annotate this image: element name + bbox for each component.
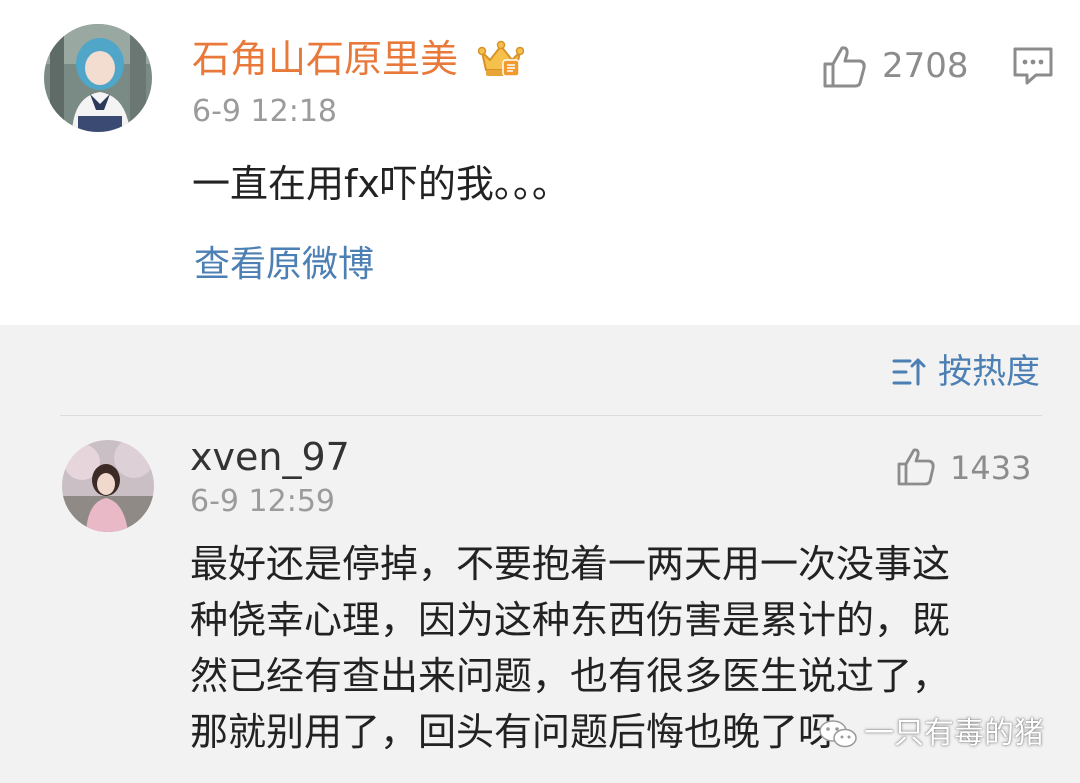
sort-icon bbox=[892, 358, 926, 386]
like-icon[interactable] bbox=[822, 44, 868, 90]
crown-icon bbox=[478, 40, 524, 77]
like-icon[interactable] bbox=[896, 446, 936, 488]
post-author-name[interactable]: 石角山石原里美 bbox=[192, 36, 458, 82]
post-like-count: 2708 bbox=[882, 46, 969, 86]
reply-author-name[interactable]: xven_97 bbox=[190, 434, 350, 480]
post-content: 一直在用fx吓的我。。。 bbox=[192, 162, 570, 206]
reply-line: 然已经有查出来问题，也有很多医生说过了， bbox=[190, 654, 951, 698]
view-original-link[interactable]: 查看原微博 bbox=[194, 242, 374, 288]
post-author-avatar[interactable] bbox=[44, 24, 152, 132]
reply-timestamp: 6-9 12:59 bbox=[190, 484, 335, 519]
reply-line: 种侥幸心理，因为这种东西伤害是累计的，既 bbox=[190, 598, 951, 642]
watermark-text: 一只有毒的猪 bbox=[864, 716, 1044, 751]
reply-like-count: 1433 bbox=[950, 449, 1032, 487]
reply-line: 最好还是停掉，不要抱着一两天用一次没事这 bbox=[190, 542, 951, 586]
wechat-icon bbox=[819, 720, 857, 748]
reply-author-avatar[interactable] bbox=[62, 440, 154, 532]
divider bbox=[60, 415, 1042, 416]
sort-label: 按热度 bbox=[938, 352, 1040, 392]
comment-icon[interactable] bbox=[1012, 46, 1054, 86]
post-timestamp: 6-9 12:18 bbox=[192, 94, 337, 129]
